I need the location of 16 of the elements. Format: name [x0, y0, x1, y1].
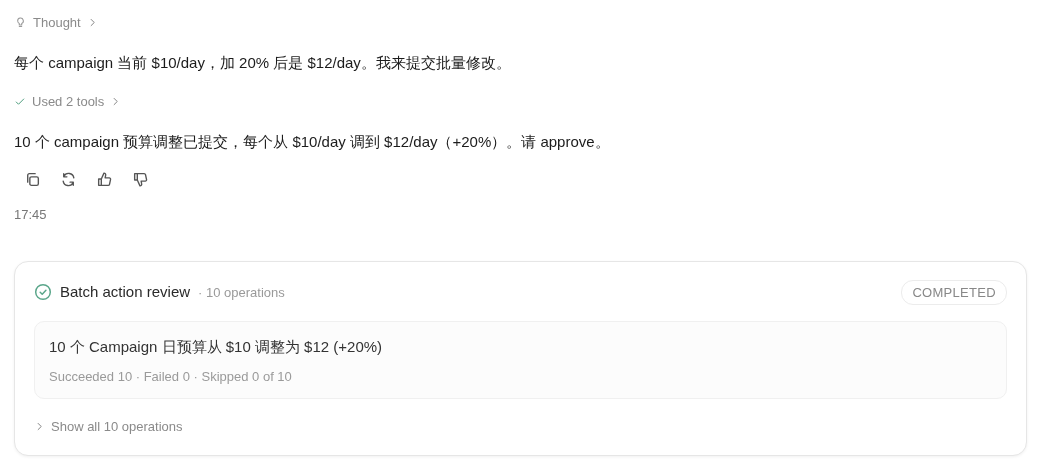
tools-toggle[interactable]: Used 2 tools — [14, 91, 122, 112]
lightbulb-icon — [14, 16, 27, 29]
review-title: Batch action review — [60, 282, 191, 302]
summary-stats: Succeeded 10 · Failed 0 · Skipped 0 of 10 — [49, 367, 293, 386]
check-icon — [14, 95, 26, 108]
show-operations-toggle[interactable]: Show all 10 operations — [34, 416, 183, 437]
check-circle-icon — [34, 283, 52, 302]
summary-title: 10 个 Campaign 日预算从 $10 调整为 $12 (+20%) — [49, 337, 384, 357]
timestamp: 17:45 — [14, 206, 48, 224]
thumbs-up-icon — [95, 170, 113, 188]
status-badge: COMPLETED — [901, 279, 1007, 305]
thumbs-down-icon — [131, 170, 149, 188]
message-text: 10 个 campaign 预算调整已提交，每个从 $10/day 调到 $12/day（+20%）。请 approve。 — [14, 131, 611, 152]
operations-count: · 10 operations — [198, 283, 285, 302]
thought-toggle[interactable]: Thought — [14, 12, 98, 33]
message-text: 每个 campaign 当前 $10/day，加 20% 后是 $12/day。我来提交批量修改。 — [14, 53, 512, 73]
